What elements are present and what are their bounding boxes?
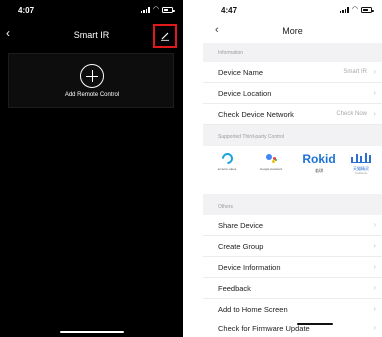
- smart-ir-screen: 4:07 ◠ ‹ Smart IR Add Remote Control: [0, 0, 183, 337]
- row-share-device[interactable]: Share Device ›: [203, 215, 382, 236]
- add-remote-label: Add Remote Control: [64, 92, 120, 98]
- edit-button[interactable]: [153, 24, 177, 48]
- chevron-right-icon: ›: [373, 88, 376, 97]
- chevron-right-icon: ›: [373, 323, 376, 332]
- status-time: 4:47: [221, 6, 238, 15]
- row-label: Device Information: [218, 263, 281, 272]
- rokid-item[interactable]: Rokid 若琪: [299, 153, 339, 174]
- status-bar: 4:47 ◠: [203, 0, 382, 20]
- rokid-subtitle: 若琪: [315, 168, 323, 173]
- cellular-signal-icon: [140, 7, 150, 13]
- row-device-name[interactable]: Device Name Smart IR ›: [203, 62, 382, 83]
- alexa-item[interactable]: amazon alexa: [209, 150, 245, 171]
- section-label-third-party: Supported Third-party Control: [218, 134, 285, 140]
- row-value: Smart IR: [343, 69, 367, 75]
- tmall-genie-subtitle-en: TmallGenie: [354, 172, 368, 175]
- row-value: Check Now: [336, 111, 367, 117]
- row-label: Device Name: [218, 68, 264, 77]
- row-device-information[interactable]: Device Information ›: [203, 257, 382, 278]
- row-check-network[interactable]: Check Device Network Check Now ›: [203, 104, 382, 125]
- battery-icon: [162, 7, 175, 13]
- row-label: Check for Firmware Update: [218, 324, 310, 333]
- status-icons: ◠: [140, 6, 175, 13]
- row-add-to-home-screen[interactable]: Add to Home Screen ›: [203, 299, 382, 320]
- google-assistant-caption: Google Assistant: [259, 167, 283, 171]
- edit-pencil-icon: [161, 32, 169, 41]
- home-indicator[interactable]: [60, 331, 124, 333]
- page-title: More: [282, 26, 303, 36]
- chevron-right-icon: ›: [373, 67, 376, 76]
- chevron-right-icon: ›: [373, 241, 376, 250]
- status-time: 4:07: [18, 6, 35, 15]
- row-label: Feedback: [218, 284, 251, 293]
- home-indicator[interactable]: [297, 323, 333, 325]
- google-assistant-item[interactable]: Google Assistant: [249, 153, 293, 171]
- tmall-genie-logo-icon: [351, 153, 371, 163]
- section-label-others: Others: [218, 204, 234, 210]
- status-icons: ◠: [339, 6, 374, 13]
- row-create-group[interactable]: Create Group ›: [203, 236, 382, 257]
- rokid-logo: Rokid: [302, 152, 336, 166]
- chevron-right-icon: ›: [373, 262, 376, 271]
- plus-circle-icon: [80, 64, 104, 88]
- more-screen: 4:47 ◠ ‹ More Information Device Name Sm…: [203, 0, 382, 337]
- chevron-right-icon: ›: [373, 283, 376, 292]
- chevron-right-icon: ›: [373, 304, 376, 313]
- cellular-signal-icon: [339, 7, 349, 13]
- google-assistant-logo-icon: [264, 153, 278, 164]
- row-check-firmware[interactable]: Check for Firmware Update ›: [203, 318, 382, 337]
- chevron-right-icon: ›: [373, 220, 376, 229]
- add-remote-card[interactable]: Add Remote Control: [8, 53, 174, 108]
- row-feedback[interactable]: Feedback ›: [203, 278, 382, 299]
- row-label: Create Group: [218, 242, 264, 251]
- row-label: Check Device Network: [218, 110, 294, 119]
- section-label-information: Information: [218, 50, 244, 56]
- wifi-icon: ◠: [351, 6, 358, 13]
- row-label: Share Device: [218, 221, 264, 230]
- wifi-icon: ◠: [152, 6, 159, 13]
- alexa-caption: amazon alexa: [217, 167, 237, 171]
- alexa-logo-icon: [219, 150, 235, 167]
- third-party-carousel[interactable]: amazon alexa Google Assistant Rokid 若琪 天…: [203, 146, 382, 334]
- status-bar: 4:07 ◠: [0, 0, 183, 20]
- battery-icon: [361, 7, 374, 13]
- chevron-right-icon: ›: [373, 109, 376, 118]
- top-nav: ‹ More: [203, 20, 382, 43]
- tmall-genie-item[interactable]: 天猫精灵 TmallGenie: [345, 153, 377, 175]
- row-device-location[interactable]: Device Location ›: [203, 83, 382, 104]
- row-label: Device Location: [218, 89, 272, 98]
- row-label: Add to Home Screen: [218, 305, 288, 314]
